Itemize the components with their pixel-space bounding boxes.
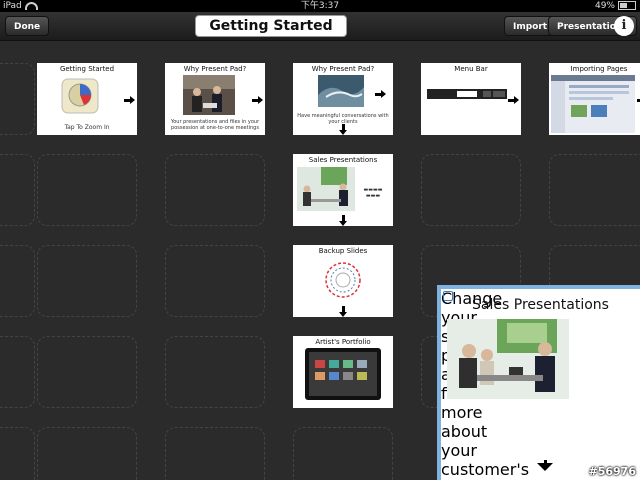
arrow-right-icon: [375, 90, 386, 98]
slide-title: Sales Presentations: [308, 156, 378, 164]
arrow-down-icon: [339, 215, 347, 226]
slide-caption: Your presentations and files in your pos…: [170, 119, 260, 131]
empty-slot: [293, 427, 393, 480]
arrow-down-icon: [339, 124, 347, 135]
pie-chart-icon: [61, 78, 99, 114]
slide-canvas: Getting Started Tap To Zoom In Why Prese…: [0, 41, 640, 480]
empty-slot: [0, 245, 35, 317]
sales-meeting-photo: [447, 319, 569, 399]
info-icon[interactable]: i: [614, 16, 634, 36]
battery-status: 49%: [595, 0, 636, 12]
watermark-label: #56976: [588, 465, 637, 478]
arrow-right-icon: [252, 96, 263, 104]
slide-getting-started[interactable]: Getting Started Tap To Zoom In: [37, 63, 137, 135]
slide-title: Why Present Pad?: [311, 65, 375, 73]
battery-icon: [618, 1, 636, 10]
slide-artists-portfolio[interactable]: Artist's Portfolio: [293, 336, 393, 408]
slide-backup-slides[interactable]: Backup Slides: [293, 245, 393, 317]
slide-caption: Tap To Zoom In: [64, 124, 110, 131]
slide-title: Importing Pages: [570, 65, 628, 73]
slide-sales-presentations[interactable]: Sales Presentations ▬▬▬▬ ▬▬▬: [293, 154, 393, 226]
empty-slot: [37, 427, 137, 480]
empty-slot: [421, 154, 521, 226]
slide-title: Why Present Pad?: [183, 65, 247, 73]
sales-meeting-photo: [297, 167, 355, 211]
empty-slot: [165, 154, 265, 226]
arrow-down-icon: [537, 460, 553, 471]
zoomed-slide-title: Sales Presentations: [472, 297, 609, 313]
status-bar: iPad 下午3:37 49%: [0, 0, 640, 12]
slide-title: Menu Bar: [454, 65, 488, 73]
slide-title: Getting Started: [59, 65, 115, 73]
wave-photo: [318, 75, 364, 107]
slide-why-present-pad-1[interactable]: Why Present Pad? Your presentations and …: [165, 63, 265, 135]
empty-slot: [37, 154, 137, 226]
meeting-photo: [183, 75, 235, 115]
arrow-down-icon: [339, 306, 347, 317]
slide-menu-bar[interactable]: Menu Bar: [421, 63, 521, 135]
empty-slot: [0, 336, 35, 408]
empty-slot: [0, 427, 35, 480]
slide-why-present-pad-2[interactable]: Why Present Pad? Have meaningful convers…: [293, 63, 393, 135]
arrow-right-icon: [124, 96, 135, 104]
slide-importing-pages[interactable]: Importing Pages: [549, 63, 640, 135]
done-button[interactable]: Done: [5, 16, 50, 36]
empty-slot: [165, 336, 265, 408]
import-screen-preview: [551, 75, 635, 133]
page-title[interactable]: Getting Started: [195, 15, 347, 37]
zoomed-slide-sales-presentations[interactable]: Sales Presentations Change your sales pr…: [437, 285, 640, 480]
empty-slot: [0, 154, 35, 226]
empty-slot: [165, 427, 265, 480]
clock: 下午3:37: [300, 1, 340, 11]
slide-caption: ▬▬▬▬ ▬▬▬: [363, 187, 383, 199]
slide-title: Backup Slides: [318, 247, 368, 255]
slide-title: Artist's Portfolio: [315, 338, 371, 346]
portfolio-device-preview: [305, 348, 381, 400]
menubar-preview: [427, 89, 507, 99]
toolbar: Done Getting Started Import Presentation…: [0, 12, 640, 41]
empty-slot: [165, 245, 265, 317]
empty-slot: [37, 245, 137, 317]
empty-slot: [0, 63, 35, 135]
empty-slot: [549, 154, 640, 226]
circular-chart-preview: [325, 262, 361, 298]
arrow-right-icon: [508, 96, 519, 104]
empty-slot: [37, 336, 137, 408]
